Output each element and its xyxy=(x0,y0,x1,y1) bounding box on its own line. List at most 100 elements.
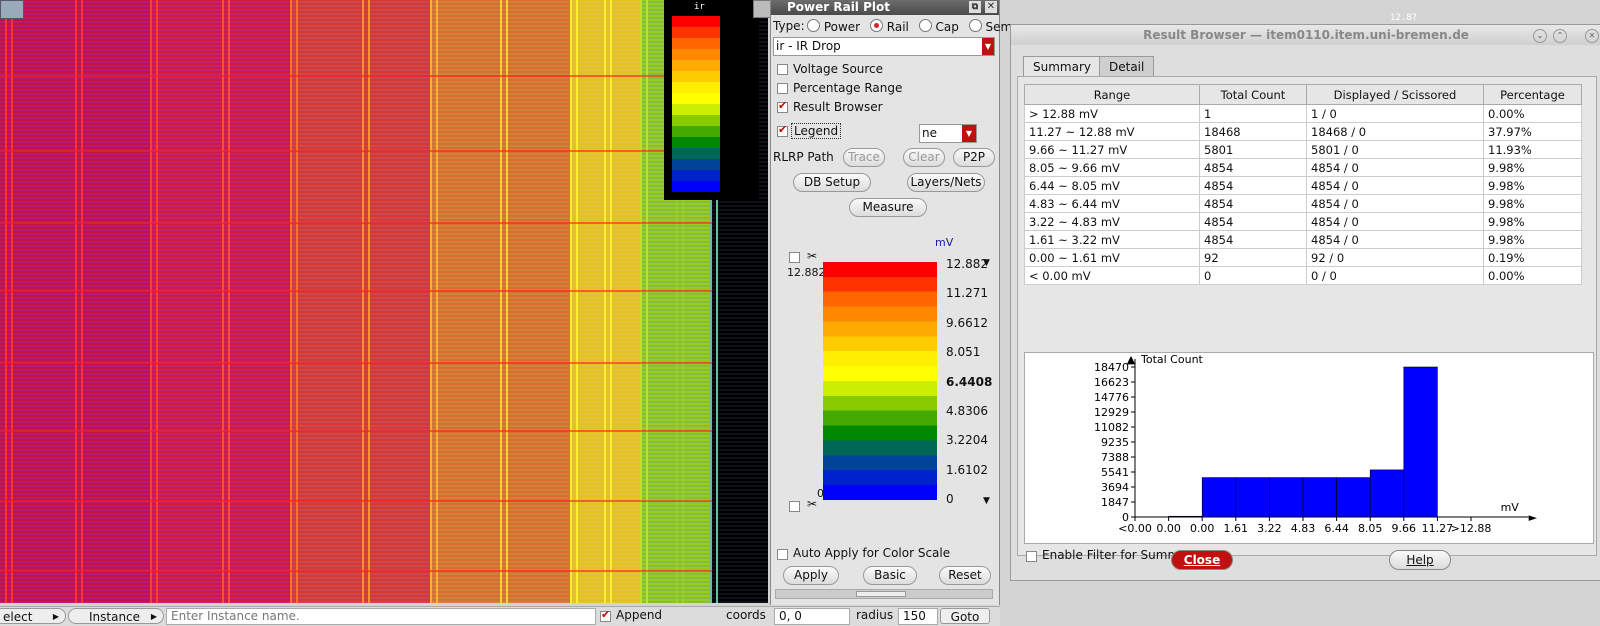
rlrp-path-label: RLRP Path xyxy=(773,150,834,164)
basic-button[interactable]: Basic xyxy=(863,566,917,585)
histogram-bar[interactable] xyxy=(1236,478,1270,517)
enable-filter-checkbox[interactable] xyxy=(1026,551,1037,562)
column-header-displayed[interactable]: Displayed / Scissored xyxy=(1307,85,1484,105)
histogram-bar[interactable] xyxy=(1404,367,1438,517)
scale-max-value: 12.882 xyxy=(787,266,826,279)
type-radio-power[interactable] xyxy=(807,19,820,32)
triangle-down-icon[interactable]: ▼ xyxy=(983,496,990,506)
help-button[interactable]: Help xyxy=(1389,550,1451,570)
table-row[interactable]: 3.22 ~ 4.83 mV48544854 / 09.98% xyxy=(1025,213,1582,231)
legend-checkbox[interactable] xyxy=(777,126,788,137)
table-row[interactable]: < 0.00 mV00 / 00.00% xyxy=(1025,267,1582,285)
table-row[interactable]: 8.05 ~ 9.66 mV48544854 / 09.98% xyxy=(1025,159,1582,177)
measure-button[interactable]: Measure xyxy=(849,198,927,217)
layers-nets-button[interactable]: Layers/Nets xyxy=(907,173,985,192)
voltage-source-checkbox[interactable] xyxy=(777,64,788,75)
layout-legend-title: ir xyxy=(694,2,705,12)
scale-min-checkbox[interactable] xyxy=(789,501,800,512)
table-row[interactable]: 1.61 ~ 3.22 mV48544854 / 09.98% xyxy=(1025,231,1582,249)
histogram-x-tick-label: >12.88 xyxy=(1451,522,1492,535)
p2p-button[interactable]: P2P xyxy=(953,148,995,167)
table-cell: 9.66 ~ 11.27 mV xyxy=(1025,141,1200,159)
radius-input[interactable]: 150 xyxy=(898,608,938,625)
table-cell: 9.98% xyxy=(1484,213,1582,231)
analysis-select[interactable]: ir - IR Drop ▼ xyxy=(773,37,995,56)
table-cell: 92 / 0 xyxy=(1307,249,1484,267)
histogram-y-tick-label: 3694 xyxy=(1101,481,1129,494)
result-browser-checkbox[interactable] xyxy=(777,102,788,113)
layout-canvas[interactable] xyxy=(0,0,768,603)
table-row[interactable]: 11.27 ~ 12.88 mV1846818468 / 037.97% xyxy=(1025,123,1582,141)
auto-apply-label: Auto Apply for Color Scale xyxy=(793,546,950,560)
histogram-bar[interactable] xyxy=(1303,478,1337,517)
histogram-bar[interactable] xyxy=(1370,470,1404,517)
goto-button[interactable]: Goto xyxy=(940,608,990,624)
percentage-range-checkbox[interactable] xyxy=(777,83,788,94)
reset-button[interactable]: Reset xyxy=(939,566,991,585)
type-radio-sem[interactable] xyxy=(969,19,982,32)
scissors-icon: ✂ xyxy=(807,249,817,263)
table-row[interactable]: 4.83 ~ 6.44 mV48544854 / 09.98% xyxy=(1025,195,1582,213)
apply-button[interactable]: Apply xyxy=(783,566,839,585)
scrollbar-thumb[interactable] xyxy=(856,591,906,597)
restore-icon[interactable]: ⧉ xyxy=(969,1,981,13)
histogram-y-label: Total Count xyxy=(1140,353,1204,366)
maximize-icon[interactable]: ⌃ xyxy=(1553,29,1567,43)
append-label: Append xyxy=(616,608,662,622)
tab-detail[interactable]: Detail xyxy=(1099,56,1154,77)
histogram-y-tick-label: 16623 xyxy=(1094,376,1129,389)
column-header-percentage[interactable]: Percentage xyxy=(1484,85,1582,105)
tab-summary[interactable]: Summary xyxy=(1023,56,1101,77)
table-cell: < 0.00 mV xyxy=(1025,267,1200,285)
close-icon[interactable]: ✕ xyxy=(985,1,997,13)
clear-button[interactable]: Clear xyxy=(903,148,945,167)
auto-apply-checkbox[interactable] xyxy=(777,549,788,560)
type-option-sem: Sem xyxy=(986,20,1013,34)
type-radio-rail[interactable] xyxy=(870,19,883,32)
trace-button[interactable]: Trace xyxy=(843,148,885,167)
histogram-bar[interactable] xyxy=(1202,478,1236,517)
table-row[interactable]: 6.44 ~ 8.05 mV48544854 / 09.98% xyxy=(1025,177,1582,195)
coords-label: coords xyxy=(726,608,766,622)
histogram-chart: ▲►Total CountmV0184736945541738892351108… xyxy=(1024,352,1594,544)
histogram-bar[interactable] xyxy=(1169,516,1203,517)
result-browser-title: Result Browser — item0110.item.uni-breme… xyxy=(1143,28,1469,42)
scale-tick-label: 0 xyxy=(946,492,954,506)
horizontal-scrollbar[interactable] xyxy=(775,589,993,599)
table-row[interactable]: 9.66 ~ 11.27 mV58015801 / 011.93% xyxy=(1025,141,1582,159)
append-checkbox[interactable] xyxy=(600,611,611,622)
table-cell: 4854 / 0 xyxy=(1307,195,1484,213)
table-row[interactable]: 0.00 ~ 1.61 mV9292 / 00.19% xyxy=(1025,249,1582,267)
layout-legend: ir 12.8?11.5910.319.0177.7296.4415.1533.… xyxy=(664,0,759,200)
instance-mode-label: Instance xyxy=(77,610,140,624)
column-header-total-count[interactable]: Total Count xyxy=(1200,85,1307,105)
settings-icon[interactable] xyxy=(753,0,771,18)
minimize-icon[interactable]: ⌄ xyxy=(1533,29,1547,43)
close-icon[interactable]: ✕ xyxy=(1585,29,1599,43)
instance-name-input[interactable]: Enter Instance name. xyxy=(166,608,596,625)
table-cell: 4854 / 0 xyxy=(1307,159,1484,177)
instance-mode-button[interactable]: Instance ▶ xyxy=(68,608,164,624)
histogram-bar[interactable] xyxy=(1337,478,1371,517)
color-scale-bar[interactable] xyxy=(823,262,937,500)
scale-max-checkbox[interactable] xyxy=(789,252,800,263)
table-cell: 92 xyxy=(1200,249,1307,267)
histogram-bar[interactable] xyxy=(1269,478,1303,517)
coords-input[interactable]: 0, 0 xyxy=(774,608,850,625)
select-mode-button[interactable]: elect ▶ xyxy=(0,608,66,624)
chevron-down-icon: ▼ xyxy=(962,125,976,142)
thumbnail-icon[interactable] xyxy=(0,0,24,19)
type-radio-cap[interactable] xyxy=(919,19,932,32)
legend-position-select[interactable]: ne ▼ xyxy=(919,124,977,143)
table-cell: 1 xyxy=(1200,105,1307,123)
table-cell: > 12.88 mV xyxy=(1025,105,1200,123)
table-row[interactable]: > 12.88 mV11 / 00.00% xyxy=(1025,105,1582,123)
table-cell: 4854 xyxy=(1200,213,1307,231)
scale-tick-label: 8.051 xyxy=(946,345,980,359)
histogram-y-tick-label: 11082 xyxy=(1094,421,1129,434)
close-button[interactable]: Close xyxy=(1171,550,1233,570)
db-setup-button[interactable]: DB Setup xyxy=(793,173,871,192)
table-cell: 9.98% xyxy=(1484,195,1582,213)
table-cell: 9.98% xyxy=(1484,231,1582,249)
column-header-range[interactable]: Range xyxy=(1025,85,1200,105)
